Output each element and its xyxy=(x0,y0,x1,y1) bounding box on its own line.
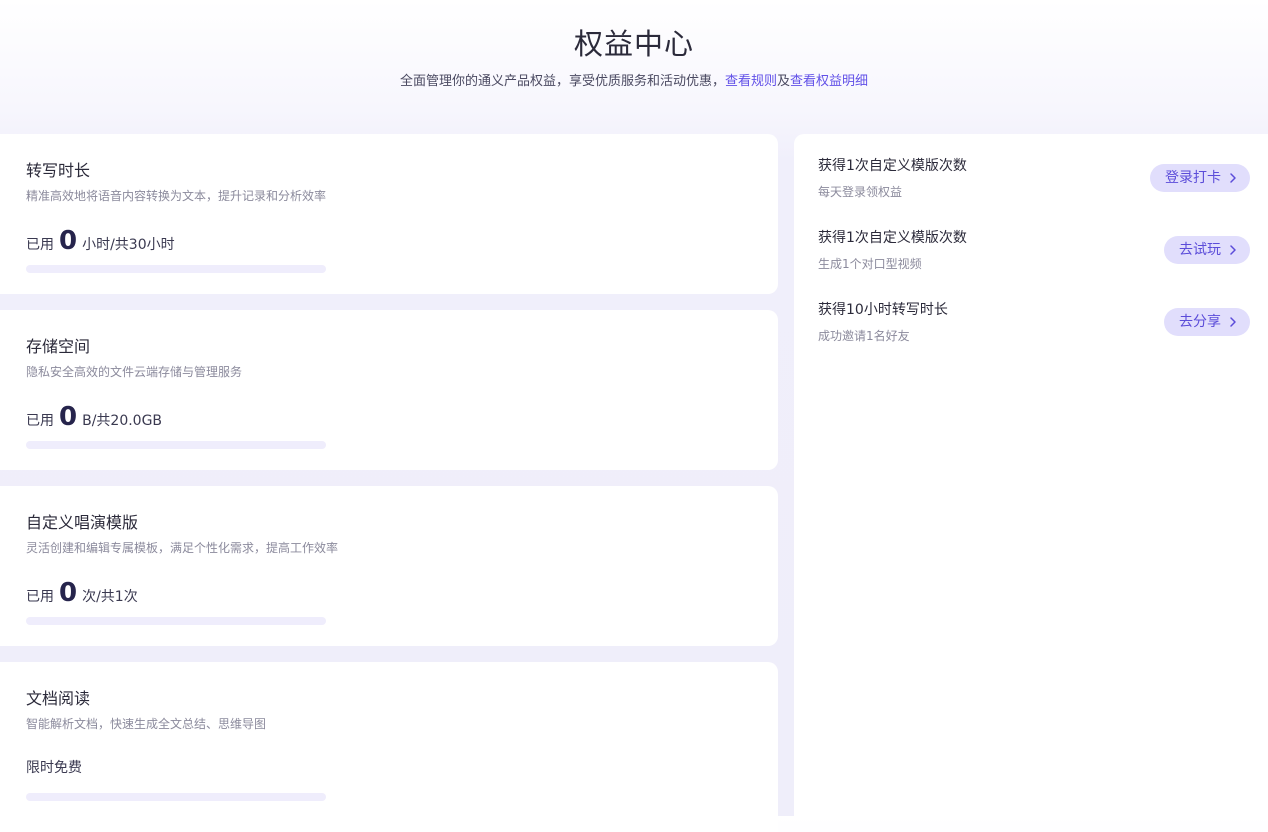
button-label: 去分享 xyxy=(1179,314,1221,330)
usage-progress-bar xyxy=(26,441,326,449)
task-item-try: 获得1次自定义模版次数 生成1个对口型视频 去试玩 xyxy=(794,206,1268,271)
usage-progress-bar xyxy=(26,793,326,801)
page-subtitle: 全面管理你的通义产品权益，享受优质服务和活动优惠，查看规则及查看权益明细 xyxy=(0,72,1268,92)
usage-number: 0 xyxy=(59,226,78,256)
card-description: 灵活创建和编辑专属模板，满足个性化需求，提高工作效率 xyxy=(26,541,339,555)
benefit-card-transcription: 转写时长 精准高效地将语音内容转换为文本，提升记录和分析效率 已用 0 小时/共… xyxy=(0,134,778,294)
usage-progress-bar xyxy=(26,265,326,273)
task-item-login: 获得1次自定义模版次数 每天登录领权益 登录打卡 xyxy=(794,134,1268,199)
usage-progress-bar xyxy=(26,617,326,625)
task-description: 每天登录领权益 xyxy=(818,185,903,199)
try-it-button[interactable]: 去试玩 xyxy=(1164,236,1250,264)
button-label: 登录打卡 xyxy=(1165,170,1221,186)
usage-number: 0 xyxy=(59,578,78,608)
task-item-share: 获得10小时转写时长 成功邀请1名好友 去分享 xyxy=(794,278,1268,343)
view-rules-link[interactable]: 查看规则 xyxy=(725,74,777,89)
page-header: 权益中心 全面管理你的通义产品权益，享受优质服务和活动优惠，查看规则及查看权益明… xyxy=(0,0,1268,130)
task-title: 获得1次自定义模版次数 xyxy=(818,158,967,174)
chevron-right-icon xyxy=(1230,317,1236,327)
benefit-card-storage: 存储空间 隐私安全高效的文件云端存储与管理服务 已用 0 B/共20.0GB xyxy=(0,310,778,470)
chevron-right-icon xyxy=(1230,245,1236,255)
card-title: 自定义唱演模版 xyxy=(26,513,139,532)
usage-readout: 已用 0 次/共1次 xyxy=(26,576,138,610)
share-button[interactable]: 去分享 xyxy=(1164,308,1250,336)
usage-prefix: 已用 xyxy=(26,237,54,253)
usage-readout: 已用 0 小时/共30小时 xyxy=(26,224,175,258)
card-title: 存储空间 xyxy=(26,337,91,356)
button-label: 去试玩 xyxy=(1179,242,1221,258)
page-title: 权益中心 xyxy=(573,27,694,61)
login-checkin-button[interactable]: 登录打卡 xyxy=(1150,164,1250,192)
task-title: 获得10小时转写时长 xyxy=(818,302,948,318)
usage-readout: 已用 0 B/共20.0GB xyxy=(26,400,162,434)
card-title: 文档阅读 xyxy=(26,689,91,708)
usage-quota: 次/共1次 xyxy=(82,589,138,605)
card-description: 隐私安全高效的文件云端存储与管理服务 xyxy=(26,365,243,379)
usage-quota: B/共20.0GB xyxy=(82,413,163,429)
usage-prefix: 已用 xyxy=(26,589,54,605)
card-title: 转写时长 xyxy=(26,161,91,180)
task-description: 成功邀请1名好友 xyxy=(818,329,910,343)
subtitle-joiner: 及 xyxy=(777,74,791,89)
chevron-right-icon xyxy=(1230,173,1236,183)
benefit-card-custom-template: 自定义唱演模版 灵活创建和编辑专属模板，满足个性化需求，提高工作效率 已用 0 … xyxy=(0,486,778,646)
usage-prefix: 已用 xyxy=(26,413,54,429)
subtitle-text: 全面管理你的通义产品权益，享受优质服务和活动优惠， xyxy=(399,74,725,89)
free-label: 限时免费 xyxy=(26,760,82,776)
card-description: 精准高效地将语音内容转换为文本，提升记录和分析效率 xyxy=(26,189,327,203)
view-benefit-details-link[interactable]: 查看权益明细 xyxy=(790,74,868,89)
benefit-card-document-reading: 文档阅读 智能解析文档，快速生成全文总结、思维导图 限时免费 xyxy=(0,662,778,832)
usage-number: 0 xyxy=(59,402,78,432)
tasks-panel: 获得1次自定义模版次数 每天登录领权益 登录打卡 获得1次自定义模版次数 生成1… xyxy=(794,134,1268,816)
usage-quota: 小时/共30小时 xyxy=(82,237,175,253)
task-title: 获得1次自定义模版次数 xyxy=(818,230,967,246)
card-description: 智能解析文档，快速生成全文总结、思维导图 xyxy=(26,717,267,731)
task-description: 生成1个对口型视频 xyxy=(818,257,922,271)
